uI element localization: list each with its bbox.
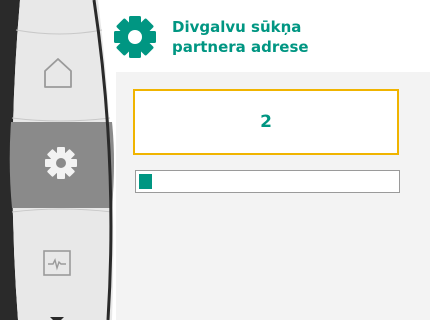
value-progress-bar	[135, 170, 400, 193]
page-title: Divgalvu sūkņa partnera adrese	[172, 17, 422, 57]
gear-icon	[114, 16, 156, 58]
diagnostics-icon	[43, 250, 71, 276]
sidebar-item-diagnostics[interactable]	[42, 249, 72, 277]
page-title-line2: partnera adrese	[172, 38, 309, 56]
header-settings	[112, 14, 158, 60]
value-editor[interactable]: 2	[133, 89, 399, 155]
arrow-down-icon	[50, 317, 64, 320]
value-display: 2	[260, 112, 272, 132]
sidebar-item-home[interactable]	[42, 56, 74, 90]
gear-icon	[45, 147, 77, 179]
home-icon	[44, 58, 72, 88]
scroll-down-indicator	[48, 310, 66, 320]
page-title-line1: Divgalvu sūkņa	[172, 18, 302, 36]
device-screen: Divgalvu sūkņa partnera adrese 2	[0, 0, 430, 320]
progress-fill	[139, 174, 152, 189]
sidebar-item-settings[interactable]	[44, 146, 78, 180]
